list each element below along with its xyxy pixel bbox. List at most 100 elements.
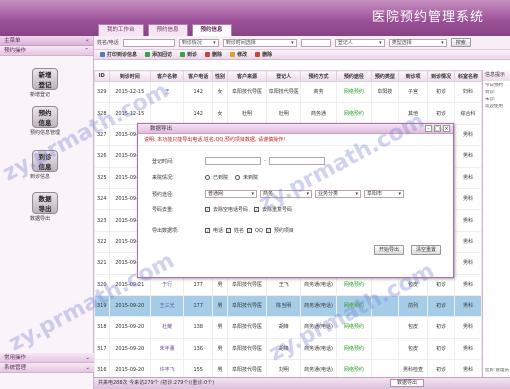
sidebar-section-appointment[interactable]: 预约操作 ⌃	[0, 46, 93, 56]
column-header[interactable]: 性别	[212, 70, 228, 82]
table-cell: 2015-12-15	[108, 102, 152, 125]
chevron-down-icon: ▾	[441, 39, 444, 46]
table-cell: 142	[183, 80, 214, 104]
end-date-input[interactable]	[268, 157, 325, 165]
table-cell: 阜阳技代导医	[226, 337, 268, 361]
table-row[interactable]: 329 2015-12-15 王 142 女阜阳技代导医 阜阳技代导医 商务 网络预约 阜阳技子…	[94, 80, 483, 104]
table-cell: 阜阳技代导医	[266, 80, 302, 104]
column-header[interactable]: ID	[94, 70, 110, 82]
name-phone-input[interactable]	[122, 38, 175, 47]
arrive-tool[interactable]: 到诊	[180, 51, 197, 58]
sidebar-item-appointment[interactable]: 预约 信息 预约信息管理	[30, 106, 60, 136]
table-cell: 商务通	[300, 102, 337, 125]
table-row[interactable]: 319 2015-09-20 王三光 177 男阜阳技代导医 陈当明 商务通(电话) 网络预约…	[94, 294, 483, 318]
data-export-icon: 数据 导出	[32, 192, 58, 214]
tab-workbench[interactable]: 我的工作台	[98, 24, 144, 36]
column-header[interactable]: 到诊项	[397, 70, 428, 82]
table-cell: 商务	[300, 80, 337, 104]
table-row[interactable]: 328 2015-12-15 142 女杜明 杜明 商务通 网络预约 其他 初诊 综合科	[94, 102, 483, 125]
export-tool[interactable]: 打印到诊信息	[100, 51, 137, 58]
checkbox-qq[interactable]: ✓	[247, 228, 253, 233]
registrar-select[interactable]: 登记人 ▾	[334, 38, 385, 47]
tab-appointment-active[interactable]: 预约信息	[191, 24, 232, 36]
radio-arrived[interactable]	[205, 175, 210, 180]
table-cell: 329	[94, 80, 110, 104]
table-cell: 男	[212, 294, 228, 318]
start-export-button[interactable]: 开始导出	[374, 245, 405, 255]
chevron-down-icon: ▾	[355, 191, 358, 197]
column-header[interactable]: 预约方式	[300, 70, 337, 82]
chevron-down-icon: ▾	[306, 191, 309, 197]
export-dialog: 数据导出 – □ × 说明: 本功能只能导出电话,姓名,QQ,预约项目数据, 请…	[137, 123, 454, 278]
remove-tool[interactable]: 删除	[255, 51, 272, 58]
chevron-down-icon: ▾	[213, 39, 216, 46]
table-cell: 318	[94, 316, 110, 339]
task-export-button[interactable]: 数据导出	[390, 379, 425, 387]
date-input[interactable]	[300, 38, 331, 47]
collapse-icon[interactable]: «	[86, 36, 89, 45]
close-icon[interactable]: ×	[443, 125, 450, 132]
table-cell: 142	[183, 102, 214, 125]
table-row[interactable]: 318 2015-09-20 杜耀 138 男阜阳技代导医 胡锋 商务通(电话) 网络预约 包皮…	[94, 316, 483, 339]
table-cell: 杜耀	[149, 316, 185, 339]
table-cell: 177	[183, 294, 214, 318]
remove-icon	[255, 52, 261, 57]
checkbox-empty-phone[interactable]: ✓	[205, 207, 210, 212]
minimize-icon[interactable]: –	[425, 125, 432, 132]
channel-select-1[interactable]: 普通网 ▾	[205, 190, 257, 198]
sidebar-item-export[interactable]: 数据 导出 数据导出	[30, 192, 60, 222]
channel-select-2[interactable]: 商务 ▾	[260, 190, 312, 198]
radio-not-arrived[interactable]	[235, 175, 241, 180]
info-line: 到诊:	[485, 90, 496, 95]
reset-button[interactable]: 清空重置	[411, 245, 442, 255]
table-cell: 初诊	[426, 102, 455, 125]
status-select[interactable]: 到诊情况 ▾	[178, 38, 219, 47]
sidebar-nav: 新增 登记 新增登记 预约 信息 预约信息管理 到诊 信息 到诊信息 数据 导出…	[0, 56, 93, 356]
add-visit-tool[interactable]: 添加回访	[145, 51, 172, 58]
sidebar-section-common[interactable]: 常用操作 ⌄	[0, 353, 94, 363]
row-register-time: 登记时间: -	[152, 157, 325, 165]
table-cell: 朱丰董	[149, 337, 185, 361]
table-row[interactable]: 317 2015-09-20 朱丰董 136 男阜阳技代导医 胡锋 商务通(电话) 网络预约 包…	[94, 337, 483, 361]
table-cell: 阜阳技代导医	[226, 294, 268, 318]
column-header[interactable]: 到诊情况	[426, 70, 455, 82]
sidebar-item-arrival[interactable]: 到诊 信息 到诊信息	[30, 150, 60, 180]
checkbox-dedupe[interactable]: ✓	[254, 207, 260, 212]
table-cell	[370, 337, 399, 361]
column-header[interactable]: 科室名称	[453, 70, 483, 82]
column-header[interactable]: 预约途径	[335, 70, 372, 82]
table-cell	[370, 316, 399, 339]
start-date-input[interactable]	[205, 157, 261, 165]
type-select[interactable]: 类型选择 ▾	[388, 38, 447, 47]
table-cell: 2015-09-20	[108, 294, 152, 318]
checkbox-name[interactable]: ✓	[226, 228, 232, 233]
table-cell: 327	[94, 123, 110, 147]
channel-select-3[interactable]: 业务分类 ▾	[315, 190, 361, 198]
table-cell: 胡锋	[266, 337, 302, 361]
maximize-icon[interactable]: □	[434, 125, 441, 132]
checkbox-project[interactable]: ✓	[265, 228, 271, 233]
delete-tool[interactable]: 删除	[205, 51, 222, 58]
table-cell: 男科	[453, 187, 483, 211]
column-header[interactable]: 登记人	[266, 70, 302, 82]
sidebar-section-system[interactable]: 系统管理 ⌄	[0, 363, 94, 373]
chevron-down-icon: ▾	[398, 191, 401, 197]
sidebar-item-new[interactable]: 新增 登记 新增登记	[30, 68, 60, 98]
app-header: 医院预约管理系统 我的工作台 预约信息 预约信息	[0, 0, 510, 36]
column-header[interactable]: 预约类型	[370, 70, 399, 82]
channel-select-4[interactable]: 阜阳市 ▾	[364, 190, 404, 198]
edit-tool[interactable]: 修改	[230, 51, 247, 58]
column-header[interactable]: 客户来源	[226, 70, 268, 82]
column-header[interactable]: 客户名称	[149, 70, 185, 82]
time-select[interactable]: 到诊时间选择 ▾	[222, 38, 297, 47]
tab-appointment[interactable]: 预约信息	[147, 24, 188, 36]
table-cell: 综合科	[453, 102, 483, 125]
column-header[interactable]: 客户电话	[183, 70, 214, 82]
search-button[interactable]: 搜索	[450, 38, 471, 47]
table-cell: 女	[212, 80, 228, 104]
table-cell: 136	[183, 337, 214, 361]
table-cell: 初诊	[426, 316, 455, 339]
checkbox-phone[interactable]: ✓	[205, 228, 210, 233]
column-header[interactable]: 到诊时间	[108, 70, 152, 82]
table-cell: 319	[94, 294, 110, 318]
